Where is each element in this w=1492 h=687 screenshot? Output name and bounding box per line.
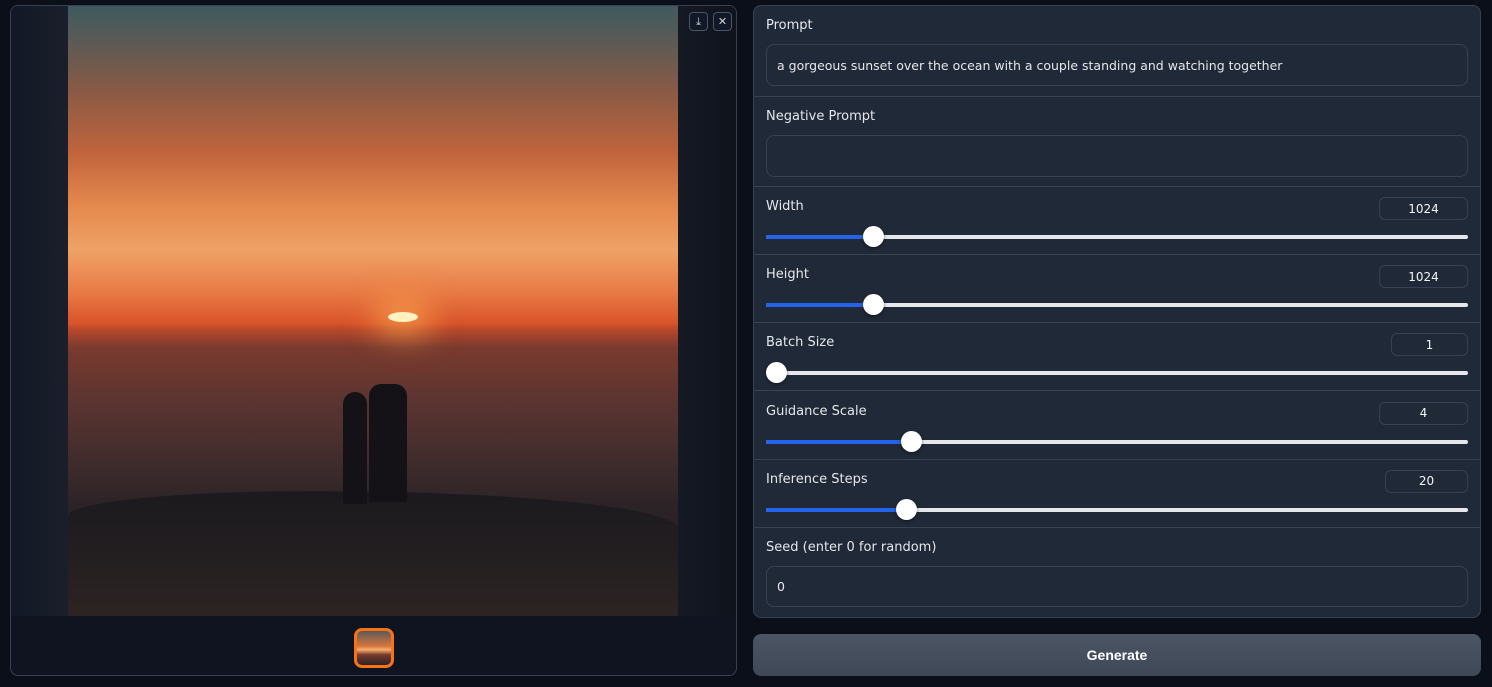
inference-steps-label: Inference Steps bbox=[766, 471, 868, 487]
height-number-input[interactable]: 1024 bbox=[1379, 265, 1468, 289]
guidance-scale-slider-fill bbox=[766, 439, 912, 444]
inference-steps-slider[interactable] bbox=[766, 498, 1468, 520]
settings-panel: Prompt a gorgeous sunset over the ocean … bbox=[753, 5, 1481, 618]
image-preview: ⤓ ✕ bbox=[11, 6, 736, 616]
seed-block: Seed (enter 0 for random) 0 bbox=[754, 528, 1480, 617]
guidance-scale-slider-block: Guidance Scale 4 bbox=[754, 392, 1480, 460]
download-icon[interactable]: ⤓ bbox=[689, 12, 708, 31]
width-number-input[interactable]: 1024 bbox=[1379, 197, 1468, 220]
image-gallery: ⤓ ✕ bbox=[10, 5, 737, 676]
width-slider-block: Width 1024 bbox=[754, 187, 1480, 255]
guidance-scale-number-input[interactable]: 4 bbox=[1379, 401, 1468, 425]
generate-button[interactable]: Generate bbox=[753, 634, 1481, 676]
sun bbox=[388, 312, 418, 322]
batch-size-label: Batch Size bbox=[766, 335, 835, 351]
guidance-scale-slider[interactable] bbox=[766, 430, 1468, 452]
prompt-input[interactable]: a gorgeous sunset over the ocean with a … bbox=[766, 44, 1468, 86]
batch-size-slider-thumb[interactable] bbox=[765, 362, 787, 384]
generated-image bbox=[68, 6, 678, 616]
height-label: Height bbox=[766, 267, 809, 283]
rocks bbox=[68, 491, 678, 616]
batch-size-slider[interactable] bbox=[765, 362, 1468, 384]
negative-prompt-input[interactable] bbox=[766, 135, 1468, 177]
height-slider-fill bbox=[766, 303, 873, 308]
prompt-label: Prompt bbox=[766, 18, 813, 33]
gallery-thumbnail[interactable] bbox=[354, 628, 394, 668]
inference-steps-slider-fill bbox=[766, 507, 906, 512]
batch-size-slider-block: Batch Size 1 bbox=[754, 323, 1480, 392]
person-silhouette bbox=[343, 392, 367, 504]
inference-steps-slider-thumb[interactable] bbox=[895, 498, 917, 520]
inference-steps-slider-block: Inference Steps 20 bbox=[754, 460, 1480, 528]
height-slider[interactable] bbox=[766, 294, 1468, 316]
inference-steps-number-input[interactable]: 20 bbox=[1385, 469, 1468, 493]
close-icon[interactable]: ✕ bbox=[713, 12, 732, 31]
height-slider-thumb[interactable] bbox=[862, 294, 884, 316]
seed-input[interactable]: 0 bbox=[766, 566, 1468, 607]
width-slider-thumb[interactable] bbox=[862, 226, 884, 247]
width-slider-fill bbox=[766, 235, 873, 239]
negative-prompt-block: Negative Prompt bbox=[754, 97, 1480, 187]
guidance-scale-slider-thumb[interactable] bbox=[901, 430, 923, 452]
guidance-scale-label: Guidance Scale bbox=[766, 403, 867, 419]
prompt-block: Prompt a gorgeous sunset over the ocean … bbox=[754, 6, 1480, 97]
height-slider-block: Height 1024 bbox=[754, 255, 1480, 324]
person-silhouette bbox=[369, 384, 407, 502]
width-label: Width bbox=[766, 199, 804, 214]
batch-size-number-input[interactable]: 1 bbox=[1391, 333, 1468, 357]
width-slider[interactable] bbox=[766, 226, 1468, 247]
negative-prompt-label: Negative Prompt bbox=[766, 109, 876, 124]
seed-label: Seed (enter 0 for random) bbox=[766, 540, 937, 555]
